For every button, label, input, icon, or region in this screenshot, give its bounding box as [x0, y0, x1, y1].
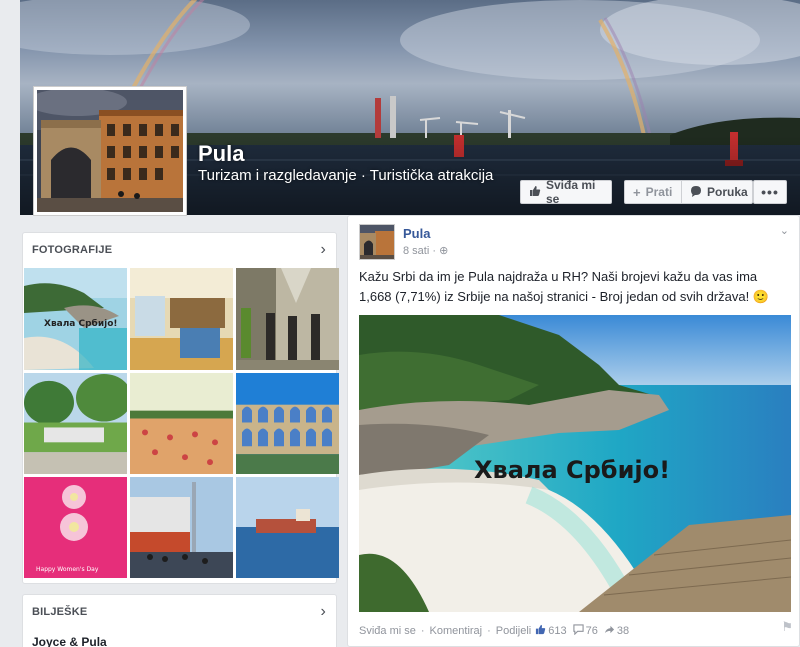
photo-thumbnail[interactable] — [130, 373, 233, 474]
profile-picture[interactable] — [33, 86, 187, 216]
photo-thumbnail[interactable] — [236, 373, 339, 474]
photos-title: FOTOGRAFIJE — [32, 244, 113, 256]
notes-section: BILJEŠKE › Joyce & Pula — [22, 594, 337, 647]
image-caption: Хвала Србијо! — [474, 456, 670, 484]
message-label: Poruka — [707, 185, 748, 199]
separator: · — [487, 625, 491, 637]
more-options-button[interactable]: ••• — [753, 180, 787, 204]
follow-button[interactable]: + Prati — [624, 180, 682, 204]
page-title[interactable]: Pula — [198, 141, 244, 167]
message-button[interactable]: Poruka — [681, 180, 753, 204]
separator: · — [420, 625, 425, 637]
photo-thumbnail[interactable] — [236, 477, 339, 578]
like-page-button[interactable]: Sviđa mi se — [520, 178, 612, 206]
photo-thumbnail[interactable] — [24, 373, 127, 474]
flag-icon[interactable]: ⚑ — [781, 619, 793, 635]
arena-photo — [37, 90, 183, 212]
post-time-label: 8 sati — [403, 245, 430, 257]
page-category[interactable]: Turizam i razgledavanje · Turistička atr… — [198, 166, 508, 186]
chevron-right-icon: › — [320, 241, 326, 258]
photo-thumbnail[interactable] — [130, 268, 233, 370]
shares-value: 38 — [616, 625, 630, 637]
like-page-label: Sviđa mi se — [546, 178, 596, 206]
likes-count[interactable]: 613 — [535, 624, 567, 638]
photo-thumbnail[interactable]: Хвала Србијо! — [24, 268, 127, 370]
globe-icon: · ⊕ — [432, 245, 449, 257]
photo-thumbnail[interactable] — [236, 268, 339, 370]
post-image[interactable]: Хвала Србијо! — [359, 315, 791, 612]
notes-title: BILJEŠKE — [32, 606, 88, 618]
post-avatar[interactable] — [359, 224, 395, 260]
left-column: FOTOGRAFIJE › Хвала Србијо! Happy Women'… — [22, 232, 339, 647]
comments-count[interactable]: 76 — [572, 624, 598, 638]
photos-header[interactable]: FOTOGRAFIJE › — [23, 233, 336, 267]
comments-value: 76 — [585, 625, 598, 637]
post-like-link[interactable]: Sviđa mi se — [359, 625, 416, 637]
thumbs-up-icon — [529, 185, 541, 200]
post-share-link[interactable]: Podijeli — [496, 625, 531, 637]
photo-caption: Хвала Србијо! — [44, 318, 118, 329]
post-author[interactable]: Pula — [403, 226, 430, 241]
post-comment-link[interactable]: Komentiraj — [430, 625, 483, 637]
post-text: Kažu Srbi da im je Pula najdraža u RH? N… — [359, 269, 769, 304]
thumbs-up-icon — [535, 624, 546, 638]
likes-value: 613 — [548, 625, 567, 637]
facebook-page: Pula Turizam i razgledavanje · Turističk… — [0, 0, 800, 647]
photo-caption: Happy Women's Day — [36, 566, 99, 573]
share-icon — [604, 624, 615, 638]
shares-count[interactable]: 38 — [604, 624, 629, 638]
message-icon — [690, 185, 702, 200]
follow-label: Prati — [645, 185, 673, 199]
photo-thumbnail[interactable] — [130, 477, 233, 578]
post-card: Pula 8 sati · ⊕ ⌄ Kažu Srbi da im je Pul… — [347, 215, 800, 647]
post-footer: Sviđa mi se · Komentiraj · Podijeli 613 … — [359, 622, 791, 640]
plus-icon: + — [633, 184, 641, 200]
chevron-right-icon: › — [320, 603, 326, 620]
photo-thumbnail[interactable]: Happy Women's Day — [24, 477, 127, 578]
chevron-down-icon[interactable]: ⌄ — [780, 224, 789, 237]
post-timestamp[interactable]: 8 sati · ⊕ — [403, 244, 448, 257]
comment-icon — [572, 624, 584, 638]
photo-grid: Хвала Србијо! Happy Women's Day — [23, 267, 339, 578]
note-item[interactable]: Joyce & Pula — [23, 629, 336, 647]
notes-header[interactable]: BILJEŠKE › — [23, 595, 336, 629]
photos-section: FOTOGRAFIJE › Хвала Србијо! Happy Women'… — [22, 232, 339, 584]
